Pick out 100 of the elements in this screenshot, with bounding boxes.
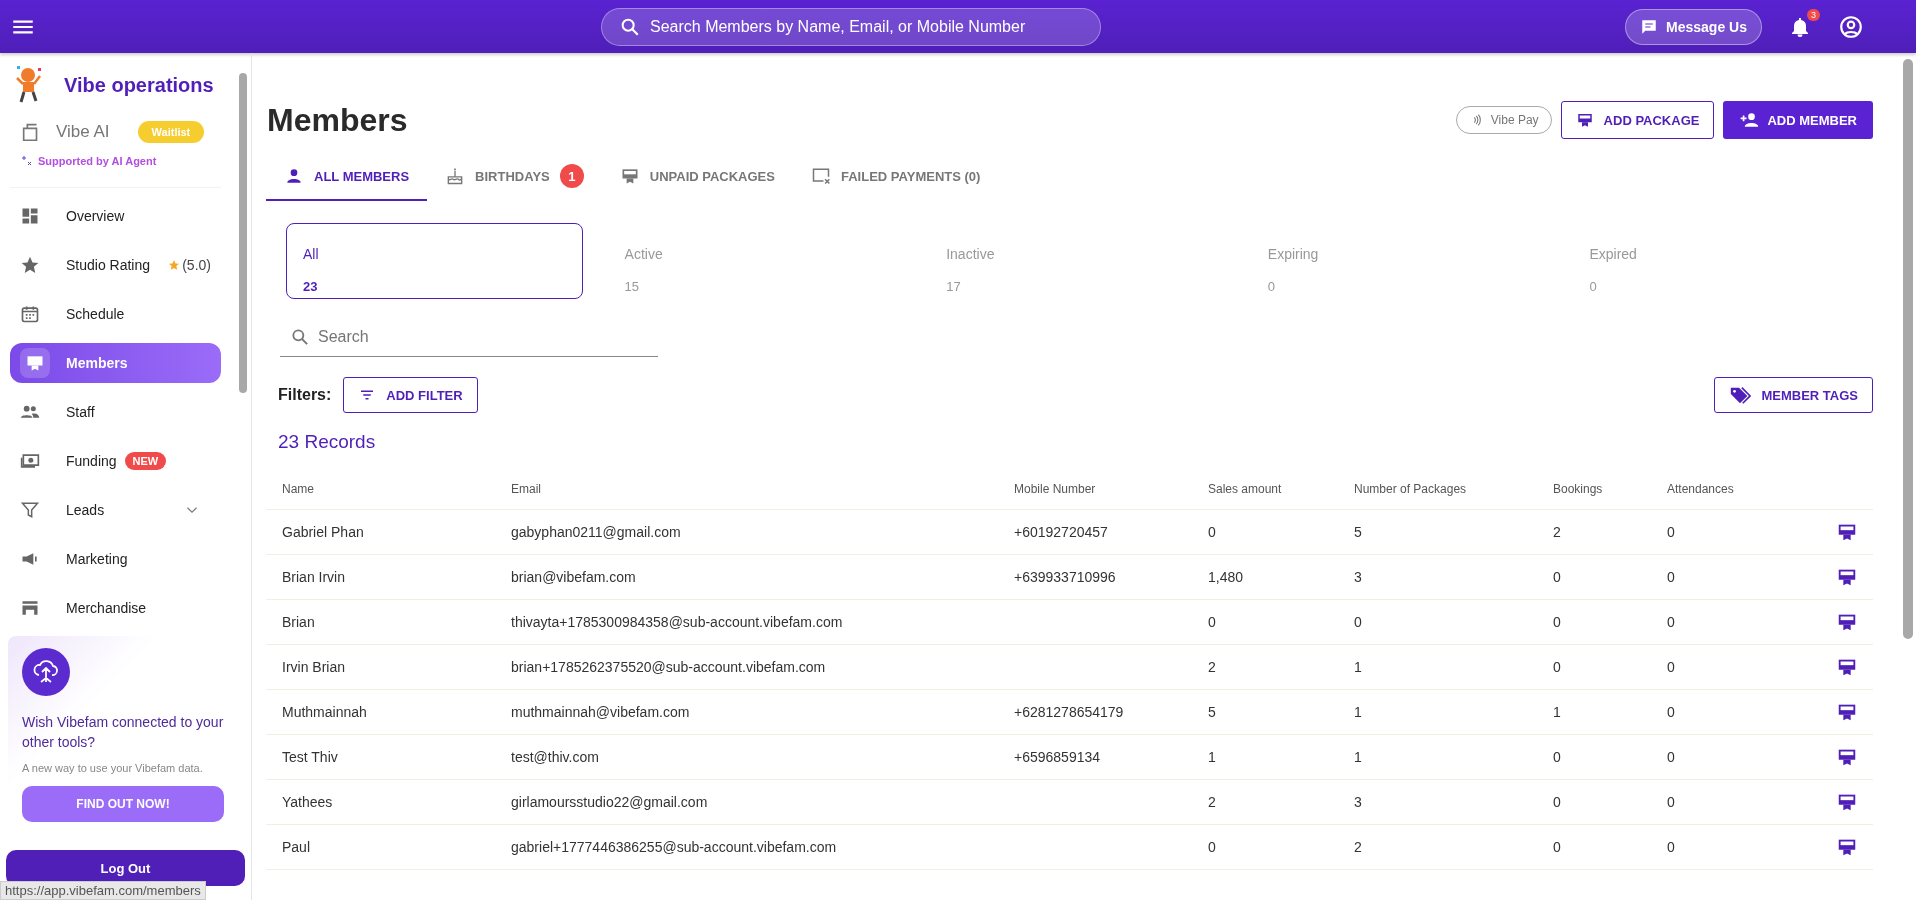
table-cell-text: Brian bbox=[282, 614, 316, 630]
table-cell-text: 2 bbox=[1208, 659, 1217, 675]
column-header: Sales amount bbox=[1208, 482, 1283, 496]
table-cell-text: 0 bbox=[1667, 704, 1676, 720]
table-cell-text: brian@vibefam.com bbox=[511, 569, 637, 585]
logout-button[interactable]: Log Out bbox=[6, 850, 245, 886]
filters-label: Filters: bbox=[278, 386, 332, 404]
star-icon bbox=[20, 255, 40, 275]
notification-count: 3 bbox=[1807, 8, 1820, 21]
table-cell-text: 2 bbox=[1354, 839, 1363, 855]
table-cell-text: +6281278654179 bbox=[1014, 704, 1125, 720]
table-cell-text: Muthmainnah bbox=[282, 704, 368, 720]
status-filter-card[interactable]: All 23 bbox=[286, 223, 583, 299]
money-icon bbox=[20, 451, 40, 471]
sidebar-item[interactable]: Studio Rating (5.0) bbox=[10, 245, 221, 285]
tag-icon bbox=[1729, 384, 1752, 406]
table-cell-text: Brian Irvin bbox=[282, 569, 347, 585]
tab[interactable]: BIRTHDAYS 1 bbox=[427, 153, 602, 201]
table-cell-text: 1 bbox=[1354, 749, 1363, 765]
table-cell-text: 1 bbox=[1208, 749, 1217, 765]
table-cell-text: +639933710996 bbox=[1014, 569, 1117, 585]
tab[interactable]: FAILED PAYMENTS (0) bbox=[792, 153, 999, 201]
sidebar-scrollbar[interactable] bbox=[239, 73, 247, 393]
table-cell-text: Gabriel Phan bbox=[282, 524, 365, 540]
table-cell-text: Test Thiv bbox=[282, 749, 339, 765]
table-cell-text: 0 bbox=[1208, 839, 1217, 855]
table-cell-text: 0 bbox=[1667, 749, 1676, 765]
table-cell-text: 0 bbox=[1553, 569, 1562, 585]
table-cell-text: 0 bbox=[1667, 659, 1676, 675]
table-cell-text: 0 bbox=[1553, 749, 1562, 765]
table-cell-text: Irvin Brian bbox=[282, 659, 347, 675]
sidebar-item[interactable]: Funding NEW bbox=[10, 441, 221, 481]
page-scrollbar[interactable] bbox=[1903, 59, 1913, 639]
tab[interactable]: ALL MEMBERS bbox=[266, 153, 428, 201]
waitlist-badge: Waitlist bbox=[137, 121, 205, 143]
table-cell-text: 0 bbox=[1553, 839, 1562, 855]
account-icon bbox=[1838, 13, 1864, 40]
sparkle-icon bbox=[20, 155, 32, 167]
find-out-button[interactable]: FIND OUT NOW! bbox=[22, 786, 224, 822]
table-cell-text: brian+1785262375520@sub-account.vibefam.com bbox=[511, 659, 827, 675]
vibe-pay-button[interactable]: Vibe Pay bbox=[1455, 106, 1552, 134]
message-us-button[interactable]: Message Us bbox=[1625, 8, 1762, 45]
table-cell-text: 0 bbox=[1667, 794, 1676, 810]
sidebar-item[interactable]: Leads bbox=[10, 490, 221, 530]
membership-card-icon bbox=[1575, 111, 1594, 129]
column-header: Attendances bbox=[1667, 482, 1735, 496]
add-member-button[interactable]: ADD MEMBER bbox=[1723, 101, 1873, 139]
chat-icon bbox=[1640, 17, 1659, 36]
column-header: Name bbox=[282, 482, 315, 496]
table-cell-text: 0 bbox=[1208, 614, 1217, 630]
person-icon bbox=[284, 166, 304, 186]
table-cell-text: Paul bbox=[282, 839, 312, 855]
table-cell-text: thivayta+1785300984358@sub-account.vibefam.com bbox=[511, 614, 844, 630]
sidebar-item[interactable]: Schedule bbox=[10, 294, 221, 334]
tab[interactable]: UNPAID PACKAGES bbox=[601, 153, 793, 201]
membership-card-icon bbox=[25, 353, 45, 373]
column-header: Mobile Number bbox=[1014, 482, 1097, 496]
ai-agent-note: Supported by AI Agent bbox=[38, 155, 157, 167]
store-icon bbox=[20, 598, 40, 618]
table-cell-text: 0 bbox=[1553, 614, 1562, 630]
table-cell-text: Yathees bbox=[282, 794, 334, 810]
sidebar-item[interactable]: Overview bbox=[10, 196, 221, 236]
funnel-icon bbox=[20, 500, 40, 520]
table-cell-text: 2 bbox=[1553, 524, 1562, 540]
calendar-icon bbox=[20, 304, 40, 324]
table-cell-text: gabyphan0211@gmail.com bbox=[511, 524, 682, 540]
dashboard-icon bbox=[20, 206, 40, 226]
add-package-button[interactable]: ADD PACKAGE bbox=[1560, 101, 1715, 139]
member-tags-button[interactable]: MEMBER TAGS bbox=[1714, 377, 1873, 413]
table-cell-text: 1,480 bbox=[1208, 569, 1245, 585]
star-icon bbox=[168, 259, 181, 271]
table-cell-text: muthmainnah@vibefam.com bbox=[511, 704, 691, 720]
column-header: Bookings bbox=[1553, 482, 1604, 496]
sidebar-item[interactable]: Marketing bbox=[10, 539, 221, 579]
table-cell-text: 5 bbox=[1208, 704, 1217, 720]
sidebar-item[interactable]: Merchandise bbox=[10, 588, 221, 628]
table-cell-text: gabriel+1777446386255@sub-account.vibefam.com bbox=[511, 839, 838, 855]
column-header: Number of Packages bbox=[1354, 482, 1468, 496]
status-url: https://app.vibefam.com/members bbox=[0, 881, 206, 900]
sidebar-item[interactable]: Staff bbox=[10, 392, 221, 432]
rating-text: (5.0) bbox=[168, 257, 211, 273]
table-cell-text: girlamoursstudio22@gmail.com bbox=[511, 794, 709, 810]
table-cell-text: 1 bbox=[1553, 704, 1562, 720]
monitor-x-icon bbox=[810, 166, 831, 186]
table-cell-text: 3 bbox=[1354, 569, 1363, 585]
table-cell-text: 0 bbox=[1667, 839, 1676, 855]
new-badge: NEW bbox=[124, 452, 167, 470]
table-cell-text: 1 bbox=[1354, 659, 1363, 675]
table-cell-text: 0 bbox=[1553, 659, 1562, 675]
table-cell-text: 0 bbox=[1667, 569, 1676, 585]
add-filter-button[interactable]: ADD FILTER bbox=[343, 377, 478, 413]
table-cell-text: 3 bbox=[1354, 794, 1363, 810]
promo-text: A new way to use your Vibefam data. bbox=[22, 762, 204, 774]
table-cell-text: 2 bbox=[1208, 794, 1217, 810]
add-person-icon bbox=[1739, 110, 1760, 130]
table-cell-text: 0 bbox=[1667, 614, 1676, 630]
sidebar-item[interactable]: Members bbox=[10, 343, 221, 383]
count-badge: 1 bbox=[559, 164, 584, 188]
brand-name: Vibe operations bbox=[64, 73, 214, 97]
cloud-upload-icon bbox=[22, 648, 70, 696]
